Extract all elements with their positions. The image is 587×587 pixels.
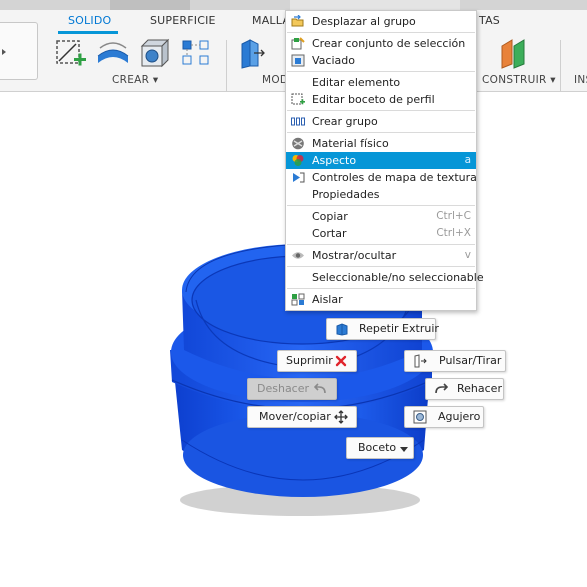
menu-separator <box>287 110 475 111</box>
menu-item-cortar[interactable]: Cortar Ctrl+X <box>286 225 476 242</box>
menu-item-label: Cortar <box>312 227 347 240</box>
edit-sketch-icon <box>291 93 305 106</box>
extrude-icon <box>335 322 349 336</box>
menu-separator <box>287 205 475 206</box>
group-icon <box>291 115 305 128</box>
repeat-extrude-button[interactable]: Repetir Extruir <box>326 318 439 340</box>
tab-herramientas[interactable]: TAS <box>479 14 500 27</box>
shell-icon <box>291 54 305 67</box>
menu-item-mostrar-ocultar[interactable]: Mostrar/ocultar v <box>286 247 476 264</box>
tab-superficie[interactable]: SUPERFICIE <box>150 14 216 27</box>
group-label-construir[interactable]: CONSTRUIR ▾ <box>482 74 556 86</box>
menu-item-label: Copiar <box>312 210 348 223</box>
divider <box>560 40 561 92</box>
appearance-icon <box>291 154 305 167</box>
chevron-down-icon <box>398 442 412 456</box>
menu-item-label: Crear grupo <box>312 115 378 128</box>
hole-box-icon[interactable] <box>138 36 172 70</box>
menu-item-aislar[interactable]: Aislar <box>286 291 476 308</box>
document-tab[interactable] <box>110 0 190 10</box>
texture-map-icon <box>291 171 305 184</box>
menu-item-shortcut: v <box>464 249 471 261</box>
menu-item-copiar[interactable]: Copiar Ctrl+C <box>286 208 476 225</box>
redo-button[interactable]: Rehacer <box>425 378 504 400</box>
menu-item-shortcut: a <box>464 154 471 166</box>
menu-item-controles-de-mapa-de-textura[interactable]: Controles de mapa de textura <box>286 169 477 186</box>
menu-item-seleccionable-no-seleccionable[interactable]: Seleccionable/no seleccionable <box>286 269 484 286</box>
create-sketch-icon[interactable] <box>54 36 88 70</box>
divider <box>226 40 227 92</box>
menu-item-shortcut: Ctrl+C <box>436 210 471 222</box>
menu-item-editar-boceto-de-perfil[interactable]: Editar boceto de perfil <box>286 91 476 108</box>
menu-item-label: Editar elemento <box>312 76 401 89</box>
isolate-icon <box>291 293 305 306</box>
menu-item-editar-elemento[interactable]: Editar elemento <box>286 74 476 91</box>
sketch-dropdown-button[interactable]: Boceto <box>346 437 414 459</box>
move-arrows-icon <box>334 410 348 424</box>
menu-item-label: Seleccionable/no seleccionable <box>312 271 484 284</box>
offset-plane-icon[interactable] <box>498 36 532 70</box>
active-tab-indicator <box>58 31 118 34</box>
menu-item-desplazar-al-grupo[interactable]: Desplazar al grupo <box>286 13 476 30</box>
context-menu: Desplazar al grupo Crear conjunto de sele… <box>285 10 484 311</box>
undo-arrow-icon <box>313 382 328 396</box>
menu-item-label: Mostrar/ocultar <box>312 249 397 262</box>
menu-item-label: Desplazar al grupo <box>312 15 416 28</box>
press-pull-button[interactable]: Pulsar/Tirar <box>404 350 506 372</box>
extrude-icon[interactable] <box>96 36 130 70</box>
tab-solido[interactable]: SOLIDO <box>68 14 111 27</box>
window-tab-strip <box>0 0 587 10</box>
menu-item-crear-conjunto-de-seleccion[interactable]: Crear conjunto de selección <box>286 35 476 52</box>
menu-item-shortcut: Ctrl+X <box>436 227 471 239</box>
design-workspace-dropdown[interactable] <box>0 22 38 80</box>
move-copy-button[interactable]: Mover/copiar <box>247 406 357 428</box>
physical-material-icon <box>291 137 305 150</box>
menu-item-label: Crear conjunto de selección <box>312 37 466 50</box>
menu-item-label: Editar boceto de perfil <box>312 93 435 106</box>
delete-x-icon <box>334 354 348 368</box>
hole-button[interactable]: Agujero <box>404 406 484 428</box>
folder-move-icon <box>291 14 305 28</box>
menu-separator <box>287 132 475 133</box>
menu-item-material-fisico[interactable]: Material físico <box>286 135 476 152</box>
menu-item-label: Propiedades <box>312 188 380 201</box>
menu-item-vaciado[interactable]: Vaciado <box>286 52 476 69</box>
group-label-insertar[interactable]: INS <box>574 74 587 86</box>
menu-item-label: Aspecto <box>312 154 357 167</box>
menu-item-crear-grupo[interactable]: Crear grupo <box>286 113 476 130</box>
menu-item-label: Controles de mapa de textura <box>312 171 477 184</box>
menu-item-propiedades[interactable]: Propiedades <box>286 186 476 203</box>
press-pull-icon[interactable] <box>236 36 270 70</box>
menu-separator <box>287 32 475 33</box>
undo-button[interactable]: Deshacer <box>247 378 337 400</box>
menu-item-label: Aislar <box>312 293 343 306</box>
redo-arrow-icon <box>434 382 449 396</box>
menu-separator <box>287 244 475 245</box>
caret-right-icon <box>2 49 6 55</box>
press-pull-icon <box>413 354 427 368</box>
menu-item-label: Vaciado <box>312 54 355 67</box>
menu-item-label: Material físico <box>312 137 389 150</box>
selection-set-icon <box>291 37 305 50</box>
group-label-crear[interactable]: CREAR ▾ <box>112 74 158 86</box>
eye-icon <box>291 249 305 262</box>
hole-icon <box>413 410 427 424</box>
menu-separator <box>287 288 475 289</box>
document-tab[interactable] <box>290 0 460 10</box>
delete-button[interactable]: Suprimir <box>277 350 357 372</box>
menu-item-aspecto[interactable]: Aspecto a <box>286 152 476 169</box>
pattern-icon[interactable] <box>180 36 214 70</box>
menu-separator <box>287 71 475 72</box>
menu-separator <box>287 266 475 267</box>
